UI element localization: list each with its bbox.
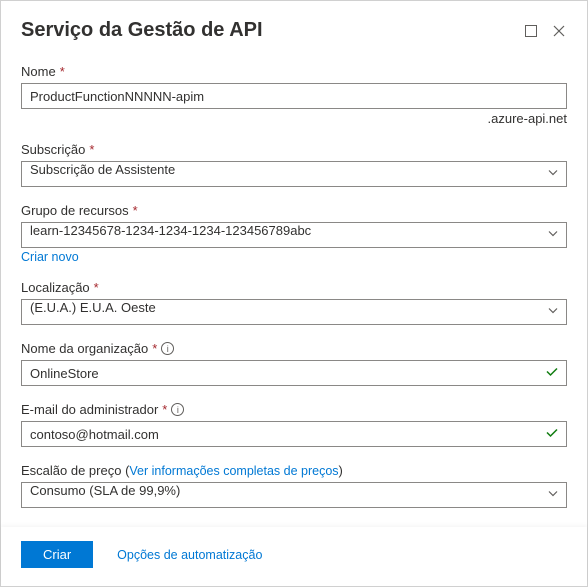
subscription-select[interactable]: Subscrição de Assistente [21,161,567,187]
required-indicator: * [89,142,94,157]
field-name: Nome * .azure-api.net [21,64,567,126]
pricing-tier-label: Escalão de preço (Ver informações comple… [21,463,567,478]
location-select[interactable]: (E.U.A.) E.U.A. Oeste [21,299,567,325]
org-name-input[interactable] [21,360,567,386]
api-management-panel: Serviço da Gestão de API Nome * .azure-a… [1,1,587,586]
field-subscription: Subscrição * Subscrição de Assistente [21,142,567,187]
field-pricing-tier: Escalão de preço (Ver informações comple… [21,463,567,508]
required-indicator: * [60,64,65,79]
create-button[interactable]: Criar [21,541,93,568]
required-indicator: * [152,341,157,356]
resource-group-label: Grupo de recursos * [21,203,567,218]
required-indicator: * [133,203,138,218]
required-indicator: * [162,402,167,417]
name-input[interactable] [21,83,567,109]
field-admin-email: E-mail do administrador * i [21,402,567,447]
panel-footer: Criar Opções de automatização [1,527,587,586]
info-icon[interactable]: i [171,403,184,416]
field-location: Localização * (E.U.A.) E.U.A. Oeste [21,280,567,325]
pricing-tier-select[interactable]: Consumo (SLA de 99,9%) [21,482,567,508]
name-suffix: .azure-api.net [21,111,567,126]
org-name-label: Nome da organização * i [21,341,567,356]
field-resource-group: Grupo de recursos * learn-12345678-1234-… [21,203,567,264]
subscription-label: Subscrição * [21,142,567,157]
field-org-name: Nome da organização * i [21,341,567,386]
pricing-info-link[interactable]: Ver informações completas de preços [129,464,338,478]
panel-title: Serviço da Gestão de API [21,19,263,42]
automation-options-link[interactable]: Opções de automatização [117,548,262,562]
expand-icon[interactable] [523,23,539,39]
close-icon[interactable] [551,23,567,39]
location-label: Localização * [21,280,567,295]
resource-group-select[interactable]: learn-12345678-1234-1234-1234-123456789a… [21,222,567,248]
panel-header: Serviço da Gestão de API [1,1,587,52]
name-label: Nome * [21,64,567,79]
admin-email-input[interactable] [21,421,567,447]
info-icon[interactable]: i [161,342,174,355]
create-new-link[interactable]: Criar novo [21,250,79,264]
required-indicator: * [94,280,99,295]
panel-content: Nome * .azure-api.net Subscrição * Subsc… [1,52,587,527]
admin-email-label: E-mail do administrador * i [21,402,567,417]
header-actions [523,23,567,39]
